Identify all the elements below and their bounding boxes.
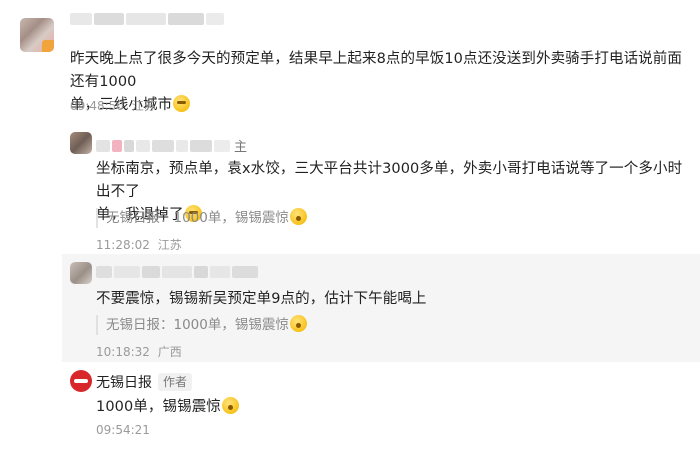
wuxi-daily-logo-icon[interactable] [70, 370, 92, 392]
username-redacted[interactable]: 主 [96, 136, 247, 155]
comment-text: 昨天晚上点了很多今天的预定单，结果早上起来8点的早饭10点还没送到外卖骑手打电话… [70, 48, 695, 117]
avatar[interactable] [70, 132, 92, 154]
comment-location: 江苏 [131, 99, 156, 113]
avatar-badge-icon [42, 40, 54, 52]
quoted-reply[interactable]: 无锡日报：1000单，锡锡震惊 [96, 315, 307, 335]
author-name-row: 无锡日报 作者 [96, 372, 193, 392]
reply-item-highlighted: 不要震惊，锡锡新吴预定单9点的，估计下午能喝上 无锡日报：1000单，锡锡震惊 … [62, 254, 700, 362]
comment-line-1: 昨天晚上点了很多今天的预定单，结果早上起来8点的早饭10点还没送到外卖骑手打电话… [70, 51, 682, 90]
quote-text: 1000单，锡锡震惊 [173, 210, 289, 226]
author-tag: 作者 [158, 373, 193, 391]
reply-location: 江苏 [157, 238, 182, 252]
reply-meta: 09:54:21 [96, 423, 150, 437]
username-redacted[interactable] [70, 13, 224, 25]
comment-meta: 09:48:50 江苏 [70, 97, 156, 114]
reply-item-author: 无锡日报 作者 1000单，锡锡震惊 09:54:21 [0, 362, 700, 453]
reply-meta: 10:18:32 广西 [96, 343, 182, 360]
reply-time: 09:54:21 [96, 423, 150, 437]
reply-time: 11:28:02 [96, 238, 150, 252]
quote-source: 无锡日报： [106, 210, 174, 226]
reply-time: 10:18:32 [96, 345, 150, 359]
avatar[interactable] [20, 18, 54, 52]
author-name[interactable]: 无锡日报 [96, 372, 152, 392]
shocked-emoji-icon [221, 397, 239, 414]
quote-text: 1000单，锡锡震惊 [173, 317, 289, 333]
comment-line-2: 单，三线小城市 [70, 94, 695, 117]
username-redacted[interactable] [96, 266, 258, 278]
comment-time: 09:48:50 [70, 99, 124, 113]
quoted-reply[interactable]: 无锡日报：1000单，锡锡震惊 [96, 208, 307, 228]
reply-text: 1000单，锡锡震惊 [96, 396, 239, 419]
reply-line-1: 坐标南京，预点单，袁x水饺，三大平台共计3000多单，外卖小哥打电话说等了一个多… [96, 161, 683, 200]
reply-item: 主 坐标南京，预点单，袁x水饺，三大平台共计3000多单，外卖小哥打电话说等了一… [0, 120, 700, 255]
username-suffix: 主 [234, 140, 248, 155]
reply-text: 不要震惊，锡锡新吴预定单9点的，估计下午能喝上 [96, 291, 427, 307]
reply-location: 广西 [157, 345, 182, 359]
quote-source: 无锡日报： [106, 317, 174, 333]
laughing-emoji-icon [173, 95, 191, 112]
shocked-emoji-icon [289, 208, 307, 225]
reply-meta: 11:28:02 江苏 [96, 236, 182, 253]
avatar[interactable] [70, 262, 92, 284]
shocked-emoji-icon [289, 315, 307, 332]
comment-main: 昨天晚上点了很多今天的预定单，结果早上起来8点的早饭10点还没送到外卖骑手打电话… [0, 0, 700, 120]
